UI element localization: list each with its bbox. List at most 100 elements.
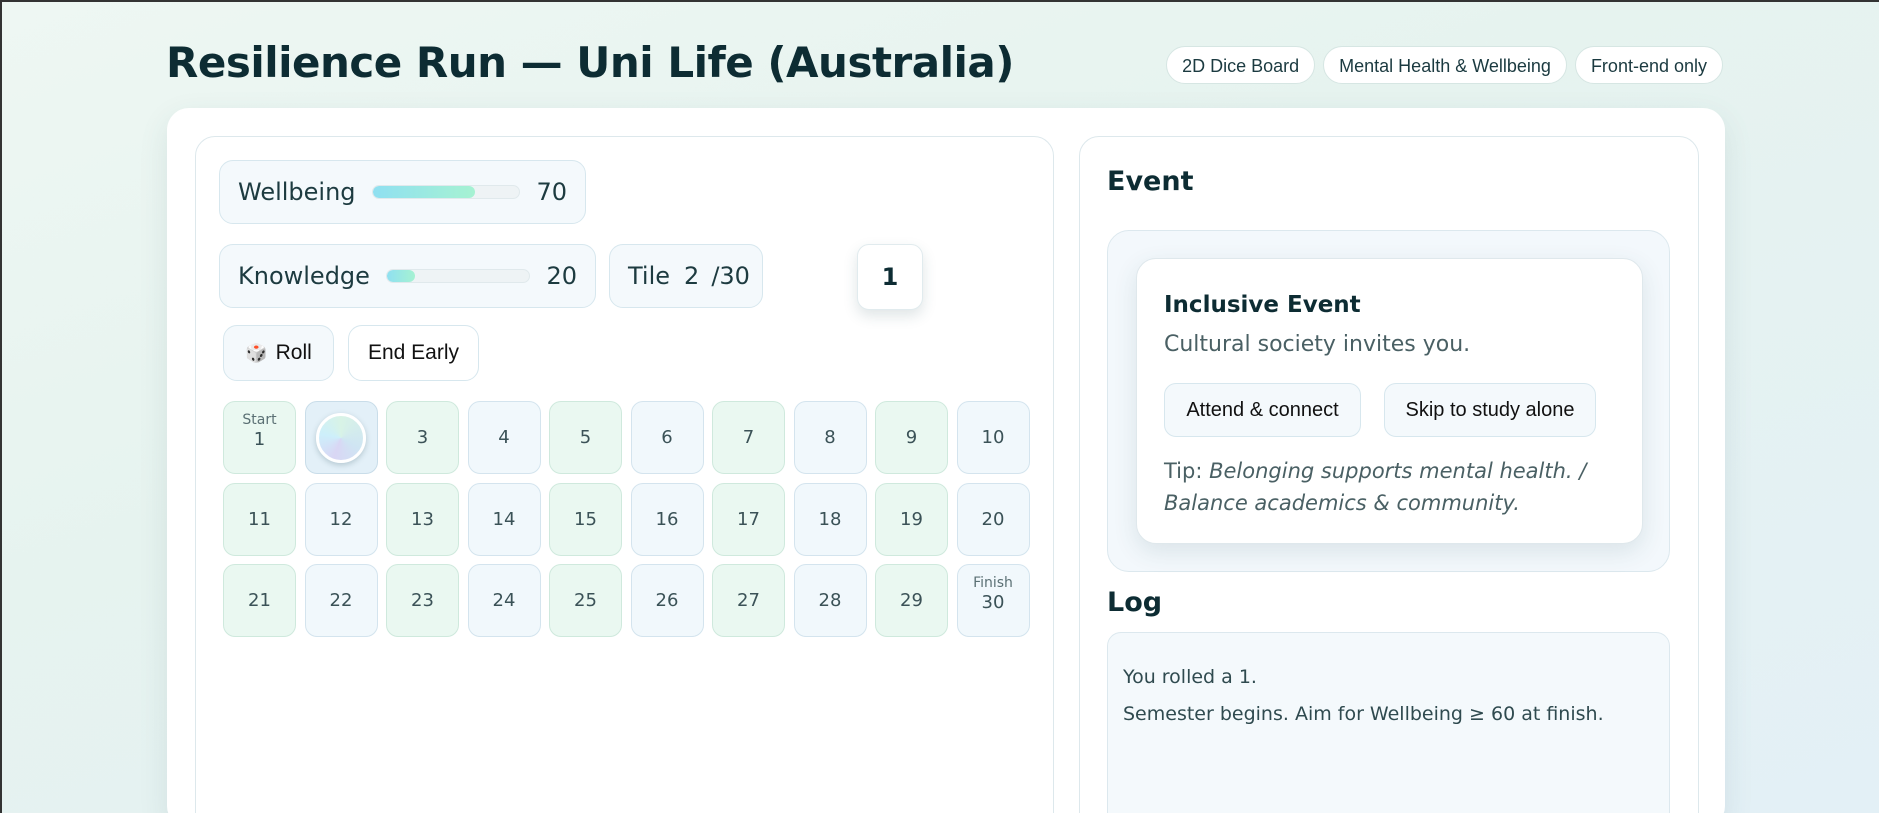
- knowledge-bar-fill: [386, 270, 416, 282]
- tile-number: 29: [900, 590, 923, 611]
- tile-current: 2: [684, 262, 700, 290]
- player-token: [316, 412, 366, 463]
- event-heading: Event: [1107, 166, 1194, 197]
- tag-front-end: Front-end only: [1574, 46, 1723, 84]
- board-tile: 6: [630, 401, 704, 474]
- board-tile: 12: [304, 482, 378, 556]
- finish-tag: Finish: [973, 575, 1013, 591]
- board-panel: Wellbeing 70 Knowledge 20 Tile 2 /30 1 🎲…: [195, 136, 1054, 813]
- tile-number: 26: [655, 590, 679, 611]
- tile-number: 5: [579, 427, 592, 448]
- tag-dice-board: 2D Dice Board: [1166, 46, 1316, 84]
- wellbeing-stat: Wellbeing 70: [219, 160, 586, 224]
- board-tile: 11: [223, 482, 296, 556]
- start-tag: Start: [242, 412, 277, 428]
- board-tile: 26: [630, 564, 704, 637]
- board-tile: 24: [467, 564, 541, 637]
- skip-study-button[interactable]: Skip to study alone: [1384, 383, 1596, 437]
- tile-number: 7: [742, 427, 755, 448]
- tile-number: 20: [981, 508, 1005, 530]
- tile-number: 8: [824, 427, 836, 448]
- knowledge-value: 20: [546, 262, 577, 290]
- log-box: You rolled a 1. Semester begins. Aim for…: [1107, 632, 1670, 813]
- board-tile: 4: [467, 401, 541, 474]
- tile-number: 30: [981, 592, 1005, 613]
- board-tile: 28: [793, 564, 867, 637]
- event-panel: Event Inclusive Event Cultural society i…: [1079, 136, 1699, 813]
- roll-button[interactable]: 🎲 Roll: [223, 325, 334, 381]
- board-tile: [304, 401, 378, 474]
- board-tile: 17: [712, 482, 785, 556]
- board-tile: 27: [712, 564, 785, 637]
- board-tile: Finish 30: [956, 564, 1030, 637]
- tile-number: 27: [737, 590, 760, 611]
- board-tile: 15: [549, 482, 622, 556]
- board-tile: 19: [875, 482, 948, 556]
- tile-number: 15: [574, 508, 597, 530]
- tile-number: 19: [900, 508, 923, 530]
- tile-label: Tile: [628, 262, 671, 290]
- tile-number: 17: [737, 508, 760, 530]
- board-tile: 23: [386, 564, 459, 637]
- board-tile: 8: [793, 401, 867, 474]
- tile-number: 24: [492, 590, 516, 611]
- tile-number: 18: [818, 508, 842, 530]
- board-tile: 7: [712, 401, 785, 474]
- tile-number: 22: [329, 590, 353, 611]
- end-early-button[interactable]: End Early: [348, 325, 479, 381]
- tile-number: 11: [248, 508, 271, 530]
- game-shell: Wellbeing 70 Knowledge 20 Tile 2 /30 1 🎲…: [167, 108, 1725, 813]
- knowledge-stat: Knowledge 20: [219, 244, 596, 308]
- tile-number: 6: [661, 427, 673, 448]
- tile-number: 16: [655, 508, 679, 530]
- board-tile: 29: [875, 564, 948, 637]
- tile-number: 12: [329, 508, 353, 530]
- tip-prefix: Tip:: [1164, 459, 1203, 483]
- board-tile: 18: [793, 482, 867, 556]
- event-container: Inclusive Event Cultural society invites…: [1107, 230, 1670, 572]
- tile-number: 9: [905, 427, 918, 448]
- wellbeing-value: 70: [536, 178, 567, 206]
- board-tile: 14: [467, 482, 541, 556]
- tile-total: /30: [711, 262, 750, 290]
- tile-number: 3: [416, 427, 429, 448]
- roll-button-label: Roll: [275, 341, 312, 364]
- tile-number: 23: [411, 590, 434, 611]
- tile-number: 13: [411, 508, 434, 530]
- board-tile: 5: [549, 401, 622, 474]
- board-tile: 16: [630, 482, 704, 556]
- tile-number: 25: [574, 590, 597, 611]
- board-tile: 21: [223, 564, 296, 637]
- event-title: Inclusive Event: [1164, 292, 1361, 318]
- tile-number: 10: [981, 427, 1005, 448]
- board-tile: 13: [386, 482, 459, 556]
- log-heading: Log: [1107, 587, 1163, 618]
- board-tile: 25: [549, 564, 622, 637]
- event-card: Inclusive Event Cultural society invites…: [1136, 258, 1643, 544]
- log-entry: You rolled a 1.: [1123, 666, 1257, 688]
- wellbeing-label: Wellbeing: [238, 178, 356, 206]
- dice-icon: 🎲: [245, 342, 268, 363]
- event-description: Cultural society invites you.: [1164, 332, 1471, 357]
- wellbeing-bar: [371, 185, 521, 199]
- tile-number: 4: [498, 427, 510, 448]
- tag-mental-health: Mental Health & Wellbeing: [1323, 46, 1567, 84]
- board-tile: 9: [875, 401, 948, 474]
- knowledge-bar: [385, 269, 531, 283]
- tip-text: Belonging supports mental health. / Bala…: [1164, 459, 1587, 515]
- knowledge-label: Knowledge: [238, 262, 370, 290]
- attend-connect-button[interactable]: Attend & connect: [1164, 383, 1361, 437]
- event-tip: Tip: Belonging supports mental health. /…: [1164, 455, 1624, 519]
- board-tile: 20: [956, 482, 1030, 556]
- board-tile: 10: [956, 401, 1030, 474]
- page-title: Resilience Run — Uni Life (Australia): [166, 38, 1014, 87]
- tile-number: 1: [253, 429, 266, 450]
- tile-number: 21: [248, 590, 271, 611]
- dice-board: Start 1 3 4 5 6 7 8 9 10 11 12 13 14 15 16 17 18 19 20 21 22 2…: [223, 401, 1030, 637]
- wellbeing-bar-fill: [372, 186, 476, 198]
- tile-number: 14: [492, 508, 516, 530]
- board-tile: 22: [304, 564, 378, 637]
- tile-stat: Tile 2 /30: [609, 244, 763, 308]
- board-tile: 3: [386, 401, 459, 474]
- log-entry: Semester begins. Aim for Wellbeing ≥ 60 …: [1123, 703, 1604, 725]
